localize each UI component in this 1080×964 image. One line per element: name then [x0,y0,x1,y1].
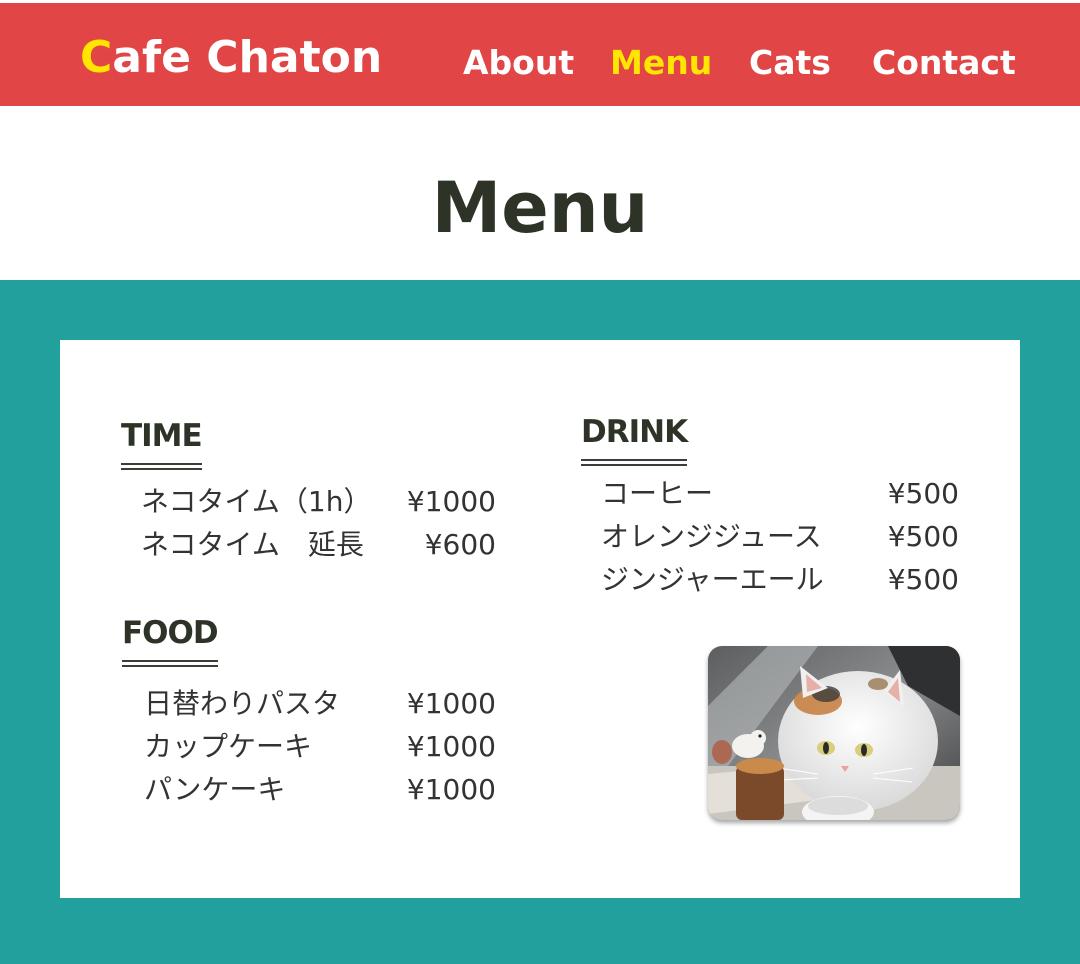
menu-item-name: コーヒー [601,477,714,510]
menu-item-name: ネコタイム 延長 [141,528,364,561]
menu-item: ネコタイム（1h） ¥1000 [141,480,496,523]
menu-item-price: ¥1000 [406,485,496,518]
section-heading-drink: DRINK [581,414,688,466]
menu-item-name: ネコタイム（1h） [141,485,372,518]
menu-item-name: 日替わりパスタ [144,687,341,720]
menu-item-price: ¥600 [424,528,496,561]
menu-item: ジンジャーエール ¥500 [601,558,959,601]
menu-section: TIME ネコタイム（1h） ¥1000 ネコタイム 延長 ¥600 FOOD … [0,280,1080,964]
menu-item-price: ¥1000 [406,773,496,806]
menu-list-time: ネコタイム（1h） ¥1000 ネコタイム 延長 ¥600 [141,480,496,566]
menu-list-food: 日替わりパスタ ¥1000 カップケーキ ¥1000 パンケーキ ¥1000 [144,682,496,811]
nav-link-about[interactable]: About [463,41,574,85]
logo-initial: C [80,32,113,83]
menu-item: 日替わりパスタ ¥1000 [144,682,496,725]
menu-item: コーヒー ¥500 [601,472,959,515]
menu-item-price: ¥500 [887,563,959,596]
menu-item-name: オレンジジュース [601,520,822,553]
menu-item-name: カップケーキ [144,730,313,763]
site-logo[interactable]: Cafe Chaton [80,30,382,86]
menu-item-price: ¥1000 [406,730,496,763]
menu-item: オレンジジュース ¥500 [601,515,959,558]
menu-item: ネコタイム 延長 ¥600 [141,523,496,566]
site-header: Cafe Chaton About Menu Cats Contact [0,3,1080,106]
menu-item-price: ¥1000 [406,687,496,720]
menu-card: TIME ネコタイム（1h） ¥1000 ネコタイム 延長 ¥600 FOOD … [60,340,1020,898]
logo-text: afe Chaton [112,32,383,83]
menu-item-price: ¥500 [887,520,959,553]
menu-list-drink: コーヒー ¥500 オレンジジュース ¥500 ジンジャーエール ¥500 [601,472,959,601]
nav-link-cats[interactable]: Cats [749,41,831,85]
menu-item: カップケーキ ¥1000 [144,725,496,768]
menu-item: パンケーキ ¥1000 [144,768,496,811]
menu-item-name: ジンジャーエール [601,563,824,596]
page-title: Menu [431,167,649,249]
section-heading-time: TIME [121,418,203,470]
menu-item-name: パンケーキ [144,773,286,806]
nav-link-menu[interactable]: Menu [610,41,712,85]
menu-item-price: ¥500 [887,477,959,510]
cat-photo [708,646,960,820]
nav-link-contact[interactable]: Contact [872,41,1016,85]
section-heading-food: FOOD [122,615,219,667]
cat-photo-illustration [708,646,960,820]
